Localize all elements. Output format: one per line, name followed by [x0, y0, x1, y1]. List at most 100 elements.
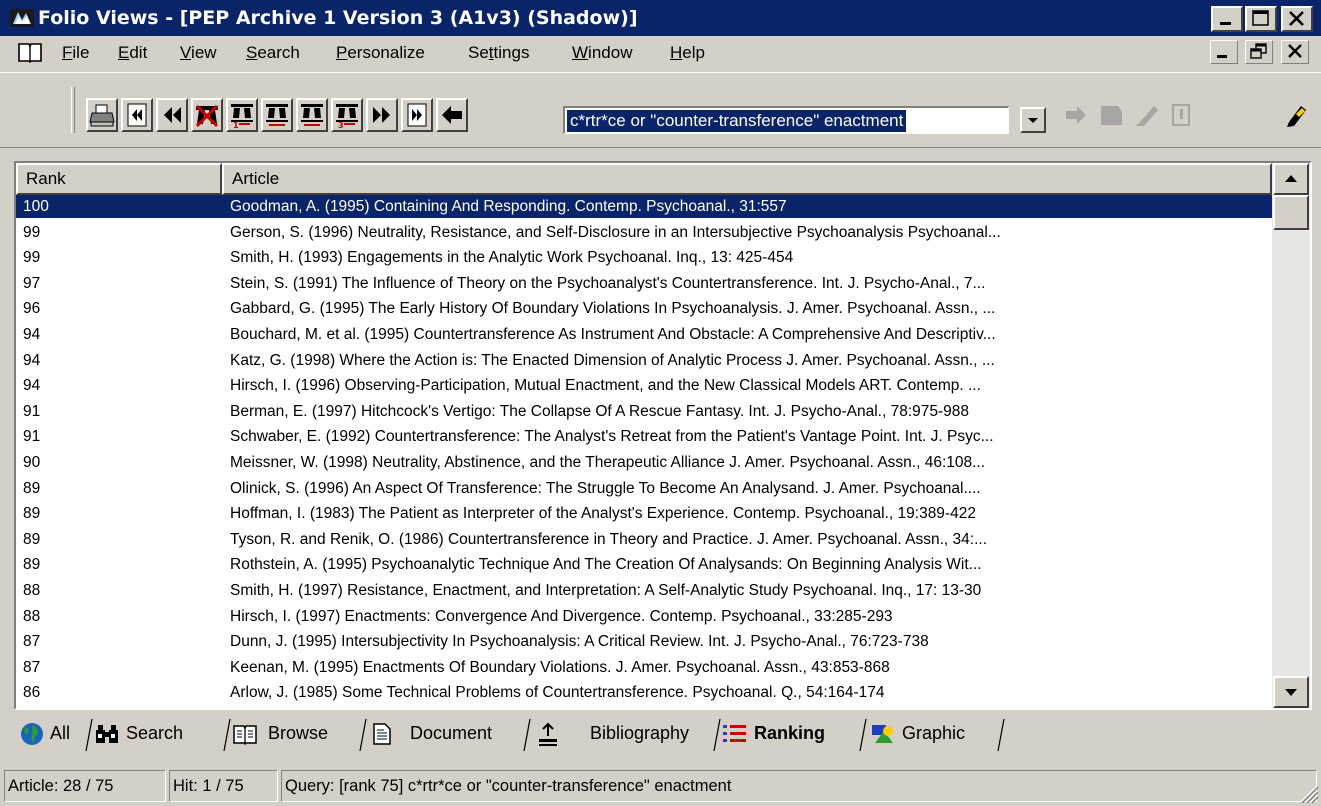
list-row[interactable]: 99 Smith, H. (1993) Engagements in the An… — [16, 246, 1272, 269]
tab-bibliography[interactable]: Bibliography — [536, 715, 716, 751]
tab-ranking[interactable]: Ranking — [722, 715, 860, 751]
tab-browse[interactable]: Browse — [232, 715, 362, 751]
status-bar: Article: 28 / 75 Hit: 1 / 75 Query: [ran… — [0, 766, 1321, 806]
row-article: Schwaber, E. (1992) Countertransference:… — [230, 428, 994, 446]
first-hit-button[interactable]: 1 — [226, 98, 258, 132]
status-query: Query: [rank 75] c*rtr*ce or "counter-tr… — [281, 770, 1317, 802]
list-row[interactable]: 86 Arlow, J. (1985) Some Technical Proble… — [16, 681, 1272, 704]
scroll-thumb[interactable] — [1273, 195, 1309, 230]
column-header-rank[interactable]: Rank — [16, 163, 222, 195]
row-rank: 88 — [23, 607, 41, 625]
menu-personalize[interactable]: Personalize — [336, 36, 425, 70]
forward-icon — [1066, 106, 1086, 124]
vertical-scrollbar[interactable] — [1272, 163, 1310, 708]
list-row[interactable]: 89 Tyson, R. and Renik, O. (1986) Counter… — [16, 528, 1272, 551]
last-record-button[interactable] — [401, 98, 433, 132]
resize-grip-icon[interactable] — [1295, 780, 1319, 804]
query-combobox[interactable]: c*rtr*ce or "counter-transference" enact… — [563, 106, 1009, 134]
list-row[interactable]: 94 Katz, G. (1998) Where the Action is: T… — [16, 349, 1272, 372]
last-hit-icon: 3 — [336, 104, 358, 130]
menu-view[interactable]: View — [180, 36, 217, 70]
bookmark-icon — [1101, 106, 1122, 125]
list-row[interactable]: 89 Hoffman, I. (1983) The Patient as Inte… — [16, 502, 1272, 525]
chevron-down-icon — [1028, 118, 1038, 123]
list-row[interactable]: 91 Schwaber, E. (1992) Countertransferenc… — [16, 425, 1272, 448]
query-text[interactable]: c*rtr*ce or "counter-transference" enact… — [567, 110, 907, 132]
first-record-button[interactable] — [121, 98, 153, 132]
tab-divider — [996, 715, 1006, 753]
forward-button[interactable] — [1060, 98, 1092, 132]
first-hit-icon: 1 — [231, 104, 253, 130]
list-row[interactable]: 89 Rothstein, A. (1995) Psychoanalytic Te… — [16, 553, 1272, 576]
list-row[interactable]: 94 Bouchard, M. et al. (1995) Countertran… — [16, 323, 1272, 346]
clear-hits-button[interactable] — [191, 98, 223, 132]
row-article: Smith, H. (1997) Resistance, Enactment, … — [230, 582, 982, 599]
highlighter-button[interactable] — [1130, 98, 1162, 132]
row-rank: 96 — [23, 300, 41, 318]
menu-window[interactable]: Window — [572, 36, 632, 70]
toolbar: 1 3 c*rtr*ce or "counter-transference" e… — [0, 72, 1321, 148]
minimize-icon — [1217, 55, 1227, 58]
tab-divider — [522, 715, 532, 753]
row-rank: 87 — [23, 658, 41, 676]
minimize-button[interactable] — [1211, 6, 1243, 32]
toolbar-grip[interactable] — [71, 87, 75, 133]
row-rank: 89 — [23, 505, 41, 523]
document-restore-button[interactable] — [1245, 40, 1273, 64]
list-row[interactable]: 90 Meissner, W. (1998) Neutrality, Abstin… — [16, 451, 1272, 474]
menu-settings[interactable]: Settings — [468, 36, 529, 70]
document-minimize-button[interactable] — [1210, 40, 1238, 64]
list-row[interactable]: 87 Dunn, J. (1995) Intersubjectivity In P… — [16, 630, 1272, 653]
folio-app-icon[interactable] — [10, 7, 34, 29]
list-row[interactable]: 87 Keenan, M. (1995) Enactments Of Bounda… — [16, 656, 1272, 679]
view-tabs: All Search Browse Document Bibliography … — [14, 713, 1312, 757]
query-dropdown-button[interactable] — [1020, 107, 1046, 133]
bookmark-button[interactable] — [1095, 98, 1127, 132]
maximize-icon — [1252, 10, 1269, 26]
list-row[interactable]: 97 Stein, S. (1991) The Influence of Theo… — [16, 272, 1272, 295]
row-article: Olinick, S. (1996) An Aspect Of Transfer… — [230, 479, 981, 497]
document-window-icon[interactable] — [17, 41, 43, 63]
list-row[interactable]: 100 Goodman, A. (1995) Containing And Res… — [16, 195, 1272, 218]
next-record-button[interactable] — [366, 98, 398, 132]
list-row[interactable]: 89 Olinick, S. (1996) An Aspect Of Transf… — [16, 477, 1272, 500]
row-rank: 89 — [23, 556, 41, 574]
arrow-down-icon — [1285, 689, 1297, 696]
column-header-article[interactable]: Article — [222, 163, 1272, 195]
menu-edit[interactable]: Edit — [118, 36, 147, 70]
pencil-button[interactable] — [1280, 98, 1312, 132]
row-article: Hoffman, I. (1983) The Patient as Interp… — [230, 505, 976, 523]
maximize-button[interactable] — [1245, 6, 1277, 32]
list-row[interactable]: 99 Gerson, S. (1996) Neutrality, Resistan… — [16, 221, 1272, 244]
row-rank: 86 — [23, 684, 41, 702]
note-button[interactable] — [1165, 98, 1197, 132]
menu-file[interactable]: File — [62, 36, 89, 70]
note-icon — [1172, 104, 1190, 126]
tab-graphic[interactable]: Graphic — [870, 715, 1000, 751]
list-row[interactable]: 88 Smith, H. (1997) Resistance, Enactment… — [16, 579, 1272, 602]
ranking-list[interactable]: Rank Article 100 Goodman, A. (1995) Conta… — [14, 161, 1312, 710]
scroll-down-button[interactable] — [1273, 676, 1309, 708]
print-button[interactable] — [86, 98, 118, 132]
scroll-up-button[interactable] — [1273, 163, 1309, 195]
list-row[interactable]: 91 Berman, E. (1997) Hitchcock's Vertigo:… — [16, 400, 1272, 423]
list-row[interactable]: 88 Hirsch, I. (1997) Enactments: Converge… — [16, 605, 1272, 628]
next-hit-button[interactable] — [296, 98, 328, 132]
row-rank: 97 — [23, 274, 41, 292]
menu-help[interactable]: Help — [670, 36, 705, 70]
tab-document[interactable]: Document — [370, 715, 530, 751]
row-rank: 91 — [23, 428, 41, 446]
previous-hit-button[interactable] — [261, 98, 293, 132]
list-row[interactable]: 94 Hirsch, I. (1996) Observing-Participat… — [16, 374, 1272, 397]
tab-search[interactable]: Search — [94, 715, 218, 751]
list-row[interactable]: 96 Gabbard, G. (1995) The Early History O… — [16, 297, 1272, 320]
tab-all[interactable]: All — [20, 715, 92, 751]
menu-search[interactable]: Search — [246, 36, 300, 70]
back-button[interactable] — [436, 98, 468, 132]
row-rank: 87 — [23, 633, 41, 651]
document-close-button[interactable] — [1281, 40, 1309, 64]
last-hit-button[interactable]: 3 — [331, 98, 363, 132]
row-article: Hirsch, I. (1996) Observing-Participatio… — [230, 377, 981, 395]
previous-record-button[interactable] — [156, 98, 188, 132]
close-button[interactable] — [1281, 6, 1313, 32]
